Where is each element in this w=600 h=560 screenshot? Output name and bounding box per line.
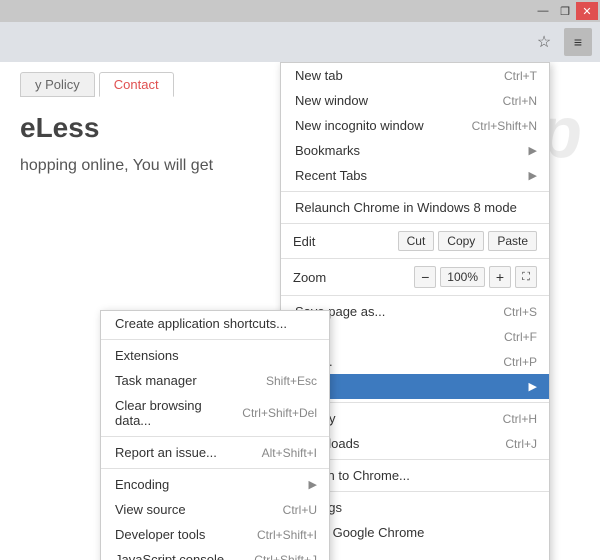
menu-separator-4: [281, 295, 549, 296]
menu-item-new-tab[interactable]: New tab Ctrl+T: [281, 63, 549, 88]
browser-toolbar: ☆ ≡: [0, 22, 600, 62]
zoom-minus-button[interactable]: −: [414, 266, 436, 288]
menu-separator-1: [281, 191, 549, 192]
menu-edit-row: Edit Cut Copy Paste: [281, 227, 549, 255]
submenu-item-view-source[interactable]: View source Ctrl+U: [101, 497, 329, 522]
submenu-item-extensions[interactable]: Extensions: [101, 343, 329, 368]
page-subtext: hopping online, You will get: [20, 157, 213, 175]
bookmark-star-icon[interactable]: ☆: [530, 28, 558, 56]
submenu-item-clear-browsing[interactable]: Clear browsing data... Ctrl+Shift+Del: [101, 393, 329, 433]
menu-item-new-incognito[interactable]: New incognito window Ctrl+Shift+N: [281, 113, 549, 138]
zoom-fullscreen-button[interactable]: ⛶: [515, 266, 537, 288]
menu-item-relaunch[interactable]: Relaunch Chrome in Windows 8 mode: [281, 195, 549, 220]
submenu-item-create-shortcuts[interactable]: Create application shortcuts...: [101, 311, 329, 336]
menu-item-bookmarks[interactable]: Bookmarks ▶: [281, 138, 549, 163]
maximize-button[interactable]: ❐: [554, 2, 576, 20]
minimize-button[interactable]: —: [532, 2, 554, 20]
copy-button[interactable]: Copy: [438, 231, 484, 251]
zoom-plus-button[interactable]: +: [489, 266, 511, 288]
chrome-menu-icon[interactable]: ≡: [564, 28, 592, 56]
contact-tab[interactable]: Contact: [99, 72, 174, 97]
browser-window: — ❐ ✕ ☆ ≡ y Policy Contact eLess hopping…: [0, 0, 600, 560]
submenu-separator-2: [101, 436, 329, 437]
submenu-item-encoding[interactable]: Encoding ▶: [101, 472, 329, 497]
menu-item-new-window[interactable]: New window Ctrl+N: [281, 88, 549, 113]
menu-item-recent-tabs[interactable]: Recent Tabs ▶: [281, 163, 549, 188]
tools-submenu: Create application shortcuts... Extensio…: [100, 310, 330, 560]
menu-separator-2: [281, 223, 549, 224]
page-headline: eLess: [20, 112, 99, 144]
menu-separator-3: [281, 258, 549, 259]
title-bar: — ❐ ✕: [0, 0, 600, 22]
policy-tab[interactable]: y Policy: [20, 72, 95, 97]
zoom-value-display: 100%: [440, 267, 485, 287]
page-content: y Policy Contact eLess hopping online, Y…: [0, 62, 600, 560]
submenu-item-report-issue[interactable]: Report an issue... Alt+Shift+I: [101, 440, 329, 465]
submenu-item-javascript-console[interactable]: JavaScript console Ctrl+Shift+J: [101, 547, 329, 560]
cut-button[interactable]: Cut: [398, 231, 435, 251]
submenu-separator-3: [101, 468, 329, 469]
submenu-item-developer-tools[interactable]: Developer tools Ctrl+Shift+I: [101, 522, 329, 547]
page-navigation: y Policy Contact: [20, 72, 174, 97]
paste-button[interactable]: Paste: [488, 231, 537, 251]
submenu-separator-1: [101, 339, 329, 340]
menu-zoom-row: Zoom − 100% + ⛶: [281, 262, 549, 292]
close-button[interactable]: ✕: [576, 2, 598, 20]
submenu-item-task-manager[interactable]: Task manager Shift+Esc: [101, 368, 329, 393]
